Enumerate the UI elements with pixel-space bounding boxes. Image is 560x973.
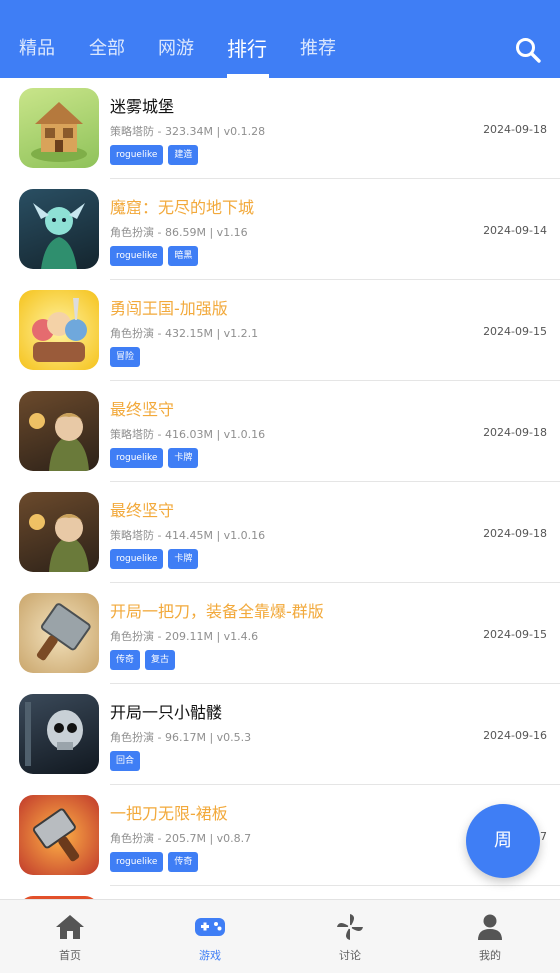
search-icon bbox=[516, 38, 541, 63]
nav-item-profile[interactable]: 我的 bbox=[420, 900, 560, 973]
game-row[interactable]: 魔窟：无尽的地下城 角色扮演 - 86.59M | v1.16 2024-09-… bbox=[0, 179, 560, 280]
tag-badge[interactable]: 卡牌 bbox=[168, 448, 199, 468]
game-meta: 策略塔防 - 323.34M | v0.1.28 bbox=[110, 125, 266, 138]
game-tags: roguelike 建造 bbox=[110, 145, 199, 165]
game-title[interactable]: 最终坚守 bbox=[110, 396, 174, 420]
tab-jingpin[interactable]: 精品 bbox=[19, 34, 55, 60]
pinwheel-icon bbox=[337, 914, 363, 940]
game-meta: 角色扮演 - 96.17M | v0.5.3 bbox=[110, 731, 252, 744]
game-tags: roguelike 暗黑 bbox=[110, 246, 199, 266]
bottom-navigation: 首页 游戏 讨论 我的 bbox=[0, 899, 560, 973]
game-meta: 策略塔防 - 414.45M | v1.0.16 bbox=[110, 529, 266, 542]
game-date: 2024-09-14 bbox=[483, 224, 547, 237]
game-tags: roguelike 卡牌 bbox=[110, 448, 199, 468]
game-row[interactable]: 开局一只小骷髅 角色扮演 - 96.17M | v0.5.3 2024-09-1… bbox=[0, 684, 560, 785]
nav-label: 讨论 bbox=[339, 949, 361, 962]
tag-badge[interactable]: 卡牌 bbox=[168, 549, 199, 569]
tab-tuijian[interactable]: 推荐 bbox=[300, 34, 336, 60]
game-tags: roguelike 传奇 bbox=[110, 852, 199, 872]
tag-badge[interactable]: 回合 bbox=[110, 751, 141, 771]
tag-badge[interactable]: roguelike bbox=[110, 246, 164, 266]
tag-badge[interactable]: 复古 bbox=[145, 650, 176, 670]
tab-quanbu[interactable]: 全部 bbox=[89, 34, 125, 60]
tag-badge[interactable]: roguelike bbox=[110, 145, 164, 165]
nav-item-discuss[interactable]: 讨论 bbox=[280, 900, 420, 973]
tag-badge[interactable]: 冒险 bbox=[110, 347, 141, 367]
tag-badge[interactable]: 建造 bbox=[168, 145, 199, 165]
top-bar: 精品 全部 网游 排行 推荐 bbox=[0, 0, 560, 78]
game-title[interactable]: 魔窟：无尽的地下城 bbox=[110, 194, 254, 218]
nav-item-home[interactable]: 首页 bbox=[0, 900, 140, 973]
kingdom-game-icon bbox=[19, 290, 99, 370]
game-title[interactable]: 开局一只小骷髅 bbox=[110, 699, 222, 723]
flaming-blade-game-icon bbox=[19, 795, 99, 875]
castle-game-icon bbox=[19, 88, 99, 168]
game-date: 2024-09-16 bbox=[483, 729, 547, 742]
game-meta: 角色扮演 - 209.11M | v1.4.6 bbox=[110, 630, 259, 643]
game-ranking-list: 迷雾城堡 策略塔防 - 323.34M | v0.1.28 2024-09-18… bbox=[0, 78, 560, 899]
skeleton-game-icon bbox=[19, 694, 99, 774]
game-meta: 角色扮演 - 205.7M | v0.8.7 bbox=[110, 832, 252, 845]
game-tags: roguelike 卡牌 bbox=[110, 549, 199, 569]
tab-paihang[interactable]: 排行 bbox=[227, 33, 267, 62]
cleaver-game-icon bbox=[19, 593, 99, 673]
home-icon bbox=[56, 915, 84, 939]
gamepad-icon bbox=[195, 918, 225, 936]
game-row[interactable]: 最终坚守 策略塔防 - 414.45M | v1.0.16 2024-09-18… bbox=[0, 482, 560, 583]
game-row[interactable]: 开局一把刀，装备全靠爆-群版 角色扮演 - 209.11M | v1.4.6 2… bbox=[0, 583, 560, 684]
nav-label: 我的 bbox=[479, 949, 501, 962]
game-date: 2024-09-15 bbox=[483, 628, 547, 641]
game-row[interactable] bbox=[0, 886, 560, 899]
tag-badge[interactable]: 传奇 bbox=[168, 852, 199, 872]
search-button[interactable] bbox=[514, 36, 542, 64]
game-row[interactable]: 迷雾城堡 策略塔防 - 323.34M | v0.1.28 2024-09-18… bbox=[0, 78, 560, 179]
user-icon bbox=[478, 914, 502, 940]
game-tags: 回合 bbox=[110, 751, 141, 771]
nav-label: 首页 bbox=[59, 949, 81, 962]
game-title[interactable]: 迷雾城堡 bbox=[110, 93, 174, 117]
final-stand-game-icon bbox=[19, 492, 99, 572]
game-row[interactable]: 最终坚守 策略塔防 - 416.03M | v1.0.16 2024-09-18… bbox=[0, 381, 560, 482]
game-title[interactable]: 开局一把刀，装备全靠爆-群版 bbox=[110, 598, 324, 622]
final-stand-game-icon bbox=[19, 391, 99, 471]
game-date: 2024-09-18 bbox=[483, 426, 547, 439]
game-date: 2024-09-18 bbox=[483, 527, 547, 540]
dungeon-game-icon bbox=[19, 189, 99, 269]
nav-label: 游戏 bbox=[199, 949, 221, 962]
tag-badge[interactable]: roguelike bbox=[110, 852, 164, 872]
tag-badge[interactable]: roguelike bbox=[110, 549, 164, 569]
tag-badge[interactable]: 传奇 bbox=[110, 650, 141, 670]
game-title[interactable]: 勇闯王国-加强版 bbox=[110, 295, 228, 319]
tag-badge[interactable]: 暗黑 bbox=[168, 246, 199, 266]
game-row[interactable]: 勇闯王国-加强版 角色扮演 - 432.15M | v1.2.1 2024-09… bbox=[0, 280, 560, 381]
game-tags: 冒险 bbox=[110, 347, 141, 367]
game-meta: 角色扮演 - 86.59M | v1.16 bbox=[110, 226, 248, 239]
nav-item-games[interactable]: 游戏 bbox=[140, 900, 280, 973]
weekly-ranking-fab[interactable]: 周 bbox=[466, 804, 540, 878]
game-date: 2024-09-18 bbox=[483, 123, 547, 136]
game-meta: 角色扮演 - 432.15M | v1.2.1 bbox=[110, 327, 259, 340]
game-tags: 传奇 复古 bbox=[110, 650, 176, 670]
tag-badge[interactable]: roguelike bbox=[110, 448, 164, 468]
game-title[interactable]: 一把刀无限-裙板 bbox=[110, 800, 228, 824]
game-date: 2024-09-15 bbox=[483, 325, 547, 338]
game-title[interactable]: 最终坚守 bbox=[110, 497, 174, 521]
tab-wangyou[interactable]: 网游 bbox=[158, 34, 194, 60]
game-meta: 策略塔防 - 416.03M | v1.0.16 bbox=[110, 428, 266, 441]
